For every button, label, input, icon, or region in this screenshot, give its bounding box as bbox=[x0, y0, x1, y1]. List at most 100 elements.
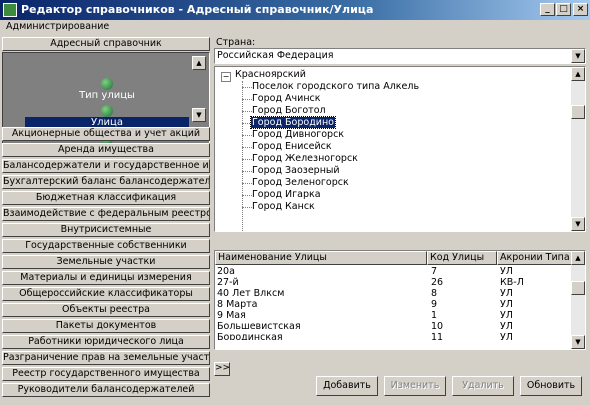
table-cell[interactable]: 20а bbox=[217, 266, 235, 277]
tree-node[interactable]: Город Боготол bbox=[252, 105, 326, 116]
category-button[interactable]: Работники юридического лица bbox=[2, 335, 210, 349]
table-cell[interactable]: 40 Лет Влксм bbox=[217, 288, 284, 299]
column-header-type-acronym[interactable]: Акронии Типа У bbox=[497, 251, 573, 265]
title-bar: Редактор справочников - Адресный справоч… bbox=[0, 0, 590, 20]
category-button[interactable]: Акционерные общества и учет акций bbox=[2, 127, 210, 141]
window-title: Редактор справочников - Адресный справоч… bbox=[21, 3, 374, 16]
table-cell[interactable]: УЛ bbox=[500, 266, 513, 277]
tree-scroll-up-button[interactable]: ▲ bbox=[571, 67, 585, 81]
maximize-button[interactable]: □ bbox=[556, 3, 571, 16]
table-cell[interactable]: 8 bbox=[431, 288, 437, 299]
tree-line bbox=[242, 81, 243, 231]
tree-branch bbox=[242, 195, 252, 196]
table-cell[interactable]: 10 bbox=[431, 321, 443, 332]
tree-branch bbox=[242, 87, 252, 88]
tree-scroll-thumb[interactable] bbox=[571, 105, 585, 119]
table-cell[interactable]: 11 bbox=[431, 332, 443, 340]
menu-bar: Администрирование bbox=[0, 20, 590, 34]
streets-table[interactable]: Наименование Улицы Код Улицы Акронии Тип… bbox=[214, 250, 586, 350]
category-button[interactable]: Общероссийские классификаторы bbox=[2, 287, 210, 301]
tree-node-root[interactable]: Красноярский bbox=[235, 69, 306, 80]
app-icon bbox=[3, 3, 17, 17]
column-header-street-name[interactable]: Наименование Улицы bbox=[215, 251, 427, 265]
category-button[interactable]: Объекты реестра bbox=[2, 303, 210, 317]
tree-scrollbar[interactable]: ▲ ▼ bbox=[571, 67, 585, 231]
splitter[interactable] bbox=[214, 240, 586, 246]
table-scroll-up-button[interactable]: ▲ bbox=[571, 251, 585, 265]
country-value: Российская Федерация bbox=[217, 50, 334, 61]
category-button[interactable]: Аренда имущества bbox=[2, 143, 210, 157]
table-cell[interactable]: УЛ bbox=[500, 288, 513, 299]
panel-scroll-up-button[interactable]: ▲ bbox=[192, 56, 206, 70]
table-cell[interactable]: УЛ bbox=[500, 321, 513, 332]
tree-node[interactable]: Город Заозерный bbox=[252, 165, 340, 176]
category-button[interactable]: Реестр государственного имущества bbox=[2, 367, 210, 381]
table-scroll-down-button[interactable]: ▼ bbox=[571, 335, 585, 349]
country-select[interactable]: Российская Федерация ▼ bbox=[214, 48, 586, 64]
category-button[interactable]: Руководители балансодержателей bbox=[2, 383, 210, 397]
panel-item-street[interactable]: Улица bbox=[25, 105, 189, 128]
tree-branch bbox=[242, 147, 252, 148]
tree-node[interactable]: Город Дивногорск bbox=[252, 129, 344, 140]
tree-branch bbox=[242, 171, 252, 172]
category-button[interactable]: Бухгалтерский баланс балансодержателя bbox=[2, 175, 210, 189]
category-button[interactable]: Земельные участки bbox=[2, 255, 210, 269]
table-cell[interactable]: УЛ bbox=[500, 299, 513, 310]
address-tree[interactable]: − Красноярский Поселок городского типа А… bbox=[214, 66, 586, 232]
table-scroll-thumb[interactable] bbox=[571, 281, 585, 295]
category-button[interactable]: Государственные собственники bbox=[2, 239, 210, 253]
refresh-button[interactable]: Обновить bbox=[520, 376, 582, 396]
table-cell[interactable]: Бородинская bbox=[217, 332, 283, 340]
panel-scroll-down-button[interactable]: ▼ bbox=[192, 108, 206, 122]
tree-branch bbox=[242, 99, 252, 100]
table-cell[interactable]: 9 Мая bbox=[217, 310, 246, 321]
collapse-toggle[interactable]: − bbox=[221, 72, 231, 82]
tree-node[interactable]: Поселок городского типа Алкель bbox=[252, 81, 419, 92]
sidebar: Адресный справочник Тип улицы Улица ▲ ▼ … bbox=[2, 37, 210, 403]
category-button[interactable]: Бюджетная классификация bbox=[2, 191, 210, 205]
category-button[interactable]: Разграничение прав на земельные участки bbox=[2, 351, 210, 365]
tree-branch bbox=[242, 159, 252, 160]
category-button[interactable]: Взаимодействие с федеральным реестром bbox=[2, 207, 210, 221]
tree-node[interactable]: Город Енисейск bbox=[252, 141, 332, 152]
globe-icon bbox=[101, 78, 113, 90]
tree-branch bbox=[242, 135, 252, 136]
chevron-down-icon[interactable]: ▼ bbox=[571, 49, 585, 63]
table-cell[interactable]: КВ-Л bbox=[500, 277, 524, 288]
category-button[interactable]: Пакеты документов bbox=[2, 319, 210, 333]
globe-icon bbox=[101, 105, 113, 117]
table-cell[interactable]: УЛ bbox=[500, 310, 513, 321]
close-button[interactable]: × bbox=[573, 3, 588, 16]
menu-item-administration[interactable]: Администрирование bbox=[6, 21, 109, 32]
tree-node[interactable]: Город Зеленогорск bbox=[252, 177, 349, 188]
tree-scroll-down-button[interactable]: ▼ bbox=[571, 217, 585, 231]
category-button[interactable]: Материалы и единицы измерения bbox=[2, 271, 210, 285]
expand-button[interactable]: >> bbox=[214, 362, 230, 376]
category-button[interactable]: Внутрисистемные bbox=[2, 223, 210, 237]
minimize-button[interactable]: _ bbox=[540, 3, 555, 16]
table-cell[interactable]: 27-й bbox=[217, 277, 239, 288]
tree-node[interactable]: Город Железногорск bbox=[252, 153, 358, 164]
tree-branch bbox=[242, 111, 252, 112]
tree-node[interactable]: Город Игарка bbox=[252, 189, 321, 200]
sidebar-header-address[interactable]: Адресный справочник bbox=[2, 37, 210, 51]
table-cell[interactable]: 9 bbox=[431, 299, 437, 310]
table-cell[interactable]: Большевистская bbox=[217, 321, 301, 332]
table-scrollbar[interactable]: ▲ ▼ bbox=[571, 251, 585, 349]
table-cell[interactable]: 1 bbox=[431, 310, 437, 321]
category-button[interactable]: Балансодержатели и государственное иму..… bbox=[2, 159, 210, 173]
delete-button[interactable]: Удалить bbox=[452, 376, 514, 396]
tree-branch bbox=[242, 183, 252, 184]
tree-node-selected[interactable]: Город Бородино bbox=[250, 116, 336, 129]
table-cell[interactable]: 8 Марта bbox=[217, 299, 257, 310]
country-label: Страна: bbox=[216, 37, 256, 48]
add-button[interactable]: Добавить bbox=[316, 376, 378, 396]
panel-item-street-type[interactable]: Тип улицы bbox=[25, 78, 189, 101]
table-cell[interactable]: 26 bbox=[431, 277, 443, 288]
tree-node[interactable]: Город Ачинск bbox=[252, 93, 321, 104]
table-cell[interactable]: УЛ bbox=[500, 332, 513, 340]
table-cell[interactable]: 7 bbox=[431, 266, 437, 277]
edit-button[interactable]: Изменить bbox=[384, 376, 446, 396]
tree-node[interactable]: Город Канск bbox=[252, 201, 315, 212]
column-header-street-code[interactable]: Код Улицы bbox=[427, 251, 497, 265]
